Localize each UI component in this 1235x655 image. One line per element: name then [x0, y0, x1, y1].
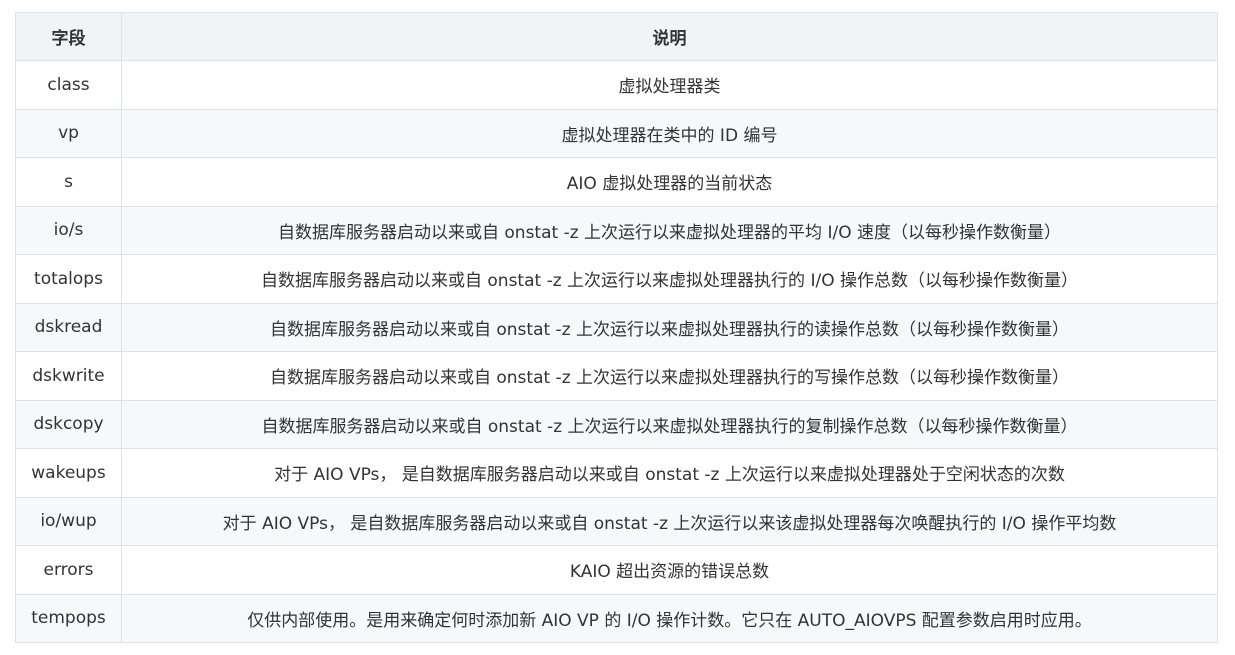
- header-row: 字段 说明: [15, 12, 1218, 61]
- description-cell: 自数据库服务器启动以来或自 onstat -z 上次运行以来虚拟处理器的平均 I…: [121, 205, 1218, 255]
- table-row: vp 虚拟处理器在类中的 ID 编号: [15, 108, 1218, 158]
- table-row: wakeups 对于 AIO VPs， 是自数据库服务器启动以来或自 onsta…: [15, 448, 1218, 498]
- description-cell: 对于 AIO VPs， 是自数据库服务器启动以来或自 onstat -z 上次运…: [121, 448, 1218, 498]
- field-cell: io/s: [15, 205, 122, 255]
- field-cell: dskwrite: [15, 351, 122, 401]
- field-cell: tempops: [15, 593, 122, 643]
- description-cell: 对于 AIO VPs， 是自数据库服务器启动以来或自 onstat -z 上次运…: [121, 496, 1218, 546]
- field-cell: errors: [15, 545, 122, 595]
- description-cell: 仅供内部使用。是用来确定何时添加新 AIO VP 的 I/O 操作计数。它只在 …: [121, 593, 1218, 643]
- table-row: class 虚拟处理器类: [15, 60, 1218, 110]
- description-cell: AIO 虚拟处理器的当前状态: [121, 157, 1218, 207]
- description-cell: 虚拟处理器在类中的 ID 编号: [121, 108, 1218, 158]
- table-row: dskwrite 自数据库服务器启动以来或自 onstat -z 上次运行以来虚…: [15, 351, 1218, 401]
- field-description-table-container: 字段 说明 class 虚拟处理器类 vp 虚拟处理器在类中的 ID 编号 s …: [15, 12, 1218, 643]
- table-row: dskread 自数据库服务器启动以来或自 onstat -z 上次运行以来虚拟…: [15, 302, 1218, 352]
- header-description: 说明: [121, 12, 1218, 61]
- table-body: class 虚拟处理器类 vp 虚拟处理器在类中的 ID 编号 s AIO 虚拟…: [15, 60, 1218, 643]
- description-cell: 自数据库服务器启动以来或自 onstat -z 上次运行以来虚拟处理器执行的 I…: [121, 254, 1218, 304]
- field-cell: dskcopy: [15, 399, 122, 449]
- field-cell: s: [15, 157, 122, 207]
- description-cell: 虚拟处理器类: [121, 60, 1218, 110]
- table-header: 字段 说明: [15, 12, 1218, 61]
- field-cell: io/wup: [15, 496, 122, 546]
- field-description-table: 字段 说明 class 虚拟处理器类 vp 虚拟处理器在类中的 ID 编号 s …: [15, 12, 1218, 643]
- field-cell: class: [15, 60, 122, 110]
- table-row: totalops 自数据库服务器启动以来或自 onstat -z 上次运行以来虚…: [15, 254, 1218, 304]
- description-cell: KAIO 超出资源的错误总数: [121, 545, 1218, 595]
- description-cell: 自数据库服务器启动以来或自 onstat -z 上次运行以来虚拟处理器执行的复制…: [121, 399, 1218, 449]
- description-cell: 自数据库服务器启动以来或自 onstat -z 上次运行以来虚拟处理器执行的读操…: [121, 302, 1218, 352]
- table-row: tempops 仅供内部使用。是用来确定何时添加新 AIO VP 的 I/O 操…: [15, 593, 1218, 643]
- field-cell: wakeups: [15, 448, 122, 498]
- field-cell: totalops: [15, 254, 122, 304]
- description-cell: 自数据库服务器启动以来或自 onstat -z 上次运行以来虚拟处理器执行的写操…: [121, 351, 1218, 401]
- table-row: dskcopy 自数据库服务器启动以来或自 onstat -z 上次运行以来虚拟…: [15, 399, 1218, 449]
- table-row: io/s 自数据库服务器启动以来或自 onstat -z 上次运行以来虚拟处理器…: [15, 205, 1218, 255]
- field-cell: vp: [15, 108, 122, 158]
- table-row: errors KAIO 超出资源的错误总数: [15, 545, 1218, 595]
- table-row: s AIO 虚拟处理器的当前状态: [15, 157, 1218, 207]
- header-field: 字段: [15, 12, 122, 61]
- field-cell: dskread: [15, 302, 122, 352]
- table-row: io/wup 对于 AIO VPs， 是自数据库服务器启动以来或自 onstat…: [15, 496, 1218, 546]
